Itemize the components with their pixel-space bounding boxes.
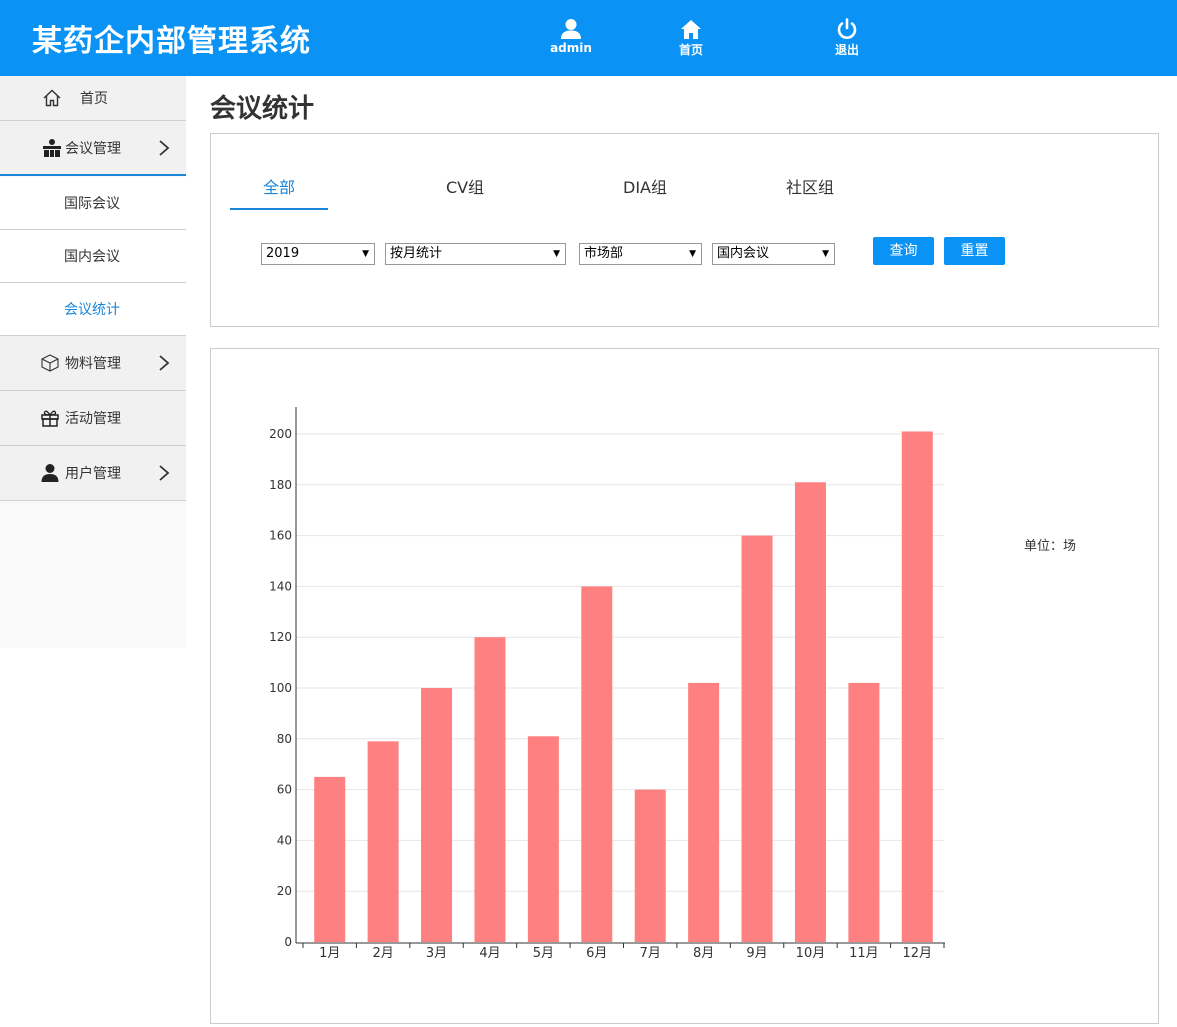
tab-cv-group[interactable]: CV组	[416, 174, 514, 210]
sidebar-subitem-meeting-statistics[interactable]: 会议统计	[0, 283, 186, 336]
chevron-right-icon	[159, 465, 170, 481]
chevron-right-icon	[159, 139, 170, 156]
department-select-value: 市场部	[584, 246, 624, 261]
bar	[901, 431, 933, 942]
chart-panel: 0 20 40 60 80 100 120 140 160 180 200 1月 2月 3月 4月 5月 6月 7…	[210, 348, 1159, 1024]
y-tick-label: 120	[269, 630, 292, 644]
x-tick-label: 6月	[586, 946, 607, 961]
top-header: 某药企内部管理系统 admin 首页 退出	[0, 0, 1177, 76]
period-select[interactable]: 按月统计 ▼	[385, 243, 566, 265]
meeting-type-select-value: 国内会议	[717, 246, 770, 261]
department-select[interactable]: 市场部 ▼	[579, 243, 702, 265]
x-tick-label: 9月	[746, 946, 767, 961]
bar	[421, 688, 453, 942]
x-tick-label: 7月	[640, 946, 661, 961]
home-button[interactable]: 首页	[661, 18, 721, 58]
y-tick-label: 100	[269, 681, 292, 695]
sidebar-subitem-label: 会议统计	[64, 302, 120, 318]
logout-button[interactable]: 退出	[817, 18, 877, 58]
reset-button[interactable]: 重置	[944, 237, 1005, 265]
logout-label: 退出	[834, 43, 859, 57]
sidebar-item-label: 用户管理	[65, 466, 121, 482]
x-tick-label: 12月	[903, 946, 933, 961]
sidebar-item-material-management[interactable]: 物料管理	[0, 336, 186, 391]
sidebar-subitem-international-meetings[interactable]: 国际会议	[0, 177, 186, 230]
bar	[634, 789, 666, 942]
bar	[794, 482, 826, 942]
x-tick-label: 4月	[479, 946, 500, 961]
dropdown-arrow-icon: ▼	[553, 249, 560, 259]
tab-all[interactable]: 全部	[230, 174, 328, 210]
sidebar-item-activity-management[interactable]: 活动管理	[0, 391, 186, 446]
y-tick-label: 0	[284, 935, 292, 949]
dropdown-arrow-icon: ▼	[362, 249, 369, 259]
sidebar-item-home[interactable]: 首页	[0, 76, 186, 121]
filter-panel: 全部 CV组 DIA组 社区组 2019 ▼ 按月统计 ▼ 市场部 ▼ 国内会议…	[210, 133, 1159, 327]
tab-community-group[interactable]: 社区组	[761, 174, 859, 210]
year-select[interactable]: 2019 ▼	[261, 243, 375, 265]
unit-label: 单位：场	[1024, 539, 1077, 554]
home-icon	[681, 20, 701, 39]
bar	[741, 535, 773, 942]
meeting-bar-chart: 0 20 40 60 80 100 120 140 160 180 200 1月 2月 3月 4月 5月 6月 7…	[269, 407, 945, 961]
y-tick-label: 160	[269, 529, 292, 543]
page-title: 会议统计	[210, 94, 315, 124]
tab-dia-group[interactable]: DIA组	[596, 174, 694, 210]
bar	[527, 736, 559, 942]
y-tick-label: 20	[277, 884, 292, 898]
bar	[314, 776, 346, 942]
x-tick-label: 8月	[693, 946, 714, 961]
x-tick-label: 2月	[372, 946, 393, 961]
meeting-type-select[interactable]: 国内会议 ▼	[712, 243, 835, 265]
sidebar-subitem-domestic-meetings[interactable]: 国内会议	[0, 230, 186, 283]
query-button[interactable]: 查询	[873, 237, 934, 265]
sidebar-item-meeting-management[interactable]: 会议管理	[0, 121, 186, 176]
x-tick-label: 3月	[426, 946, 447, 961]
user-icon	[41, 464, 59, 482]
year-select-value: 2019	[266, 246, 300, 261]
bar	[581, 586, 613, 942]
y-tick-label: 40	[277, 833, 292, 847]
dropdown-arrow-icon: ▼	[822, 249, 829, 259]
app-title: 某药企内部管理系统	[32, 24, 311, 59]
x-tick-label: 10月	[796, 946, 826, 961]
x-tick-label: 5月	[533, 946, 554, 961]
box-icon	[41, 354, 59, 372]
chevron-right-icon	[159, 355, 170, 371]
period-select-value: 按月统计	[390, 246, 443, 261]
sidebar-subitem-label: 国际会议	[64, 196, 120, 212]
power-icon	[837, 18, 857, 39]
sidebar-item-label: 首页	[80, 91, 108, 107]
y-tick-label: 140	[269, 579, 292, 593]
gift-icon	[41, 410, 59, 427]
x-tick-label: 11月	[849, 946, 879, 961]
home-label: 首页	[678, 43, 703, 57]
sidebar-item-label: 物料管理	[65, 356, 121, 372]
sidebar-subitem-label: 国内会议	[64, 249, 120, 265]
sidebar-item-user-management[interactable]: 用户管理	[0, 446, 186, 501]
sidebar-item-label: 会议管理	[65, 140, 121, 157]
home-icon	[43, 89, 61, 107]
bar	[848, 682, 880, 942]
user-button[interactable]: admin	[541, 18, 601, 55]
x-tick-label: 1月	[319, 946, 340, 961]
bar	[474, 637, 506, 942]
y-tick-label: 180	[269, 478, 292, 492]
dropdown-arrow-icon: ▼	[689, 249, 696, 259]
bar	[367, 741, 399, 942]
y-tick-label: 200	[269, 427, 292, 441]
bar	[688, 682, 720, 942]
sidebar-item-label: 活动管理	[65, 411, 121, 427]
y-tick-label: 60	[277, 783, 292, 797]
user-label: admin	[550, 41, 592, 55]
user-icon	[561, 19, 581, 39]
meeting-icon	[43, 138, 61, 157]
y-tick-label: 80	[277, 732, 292, 746]
